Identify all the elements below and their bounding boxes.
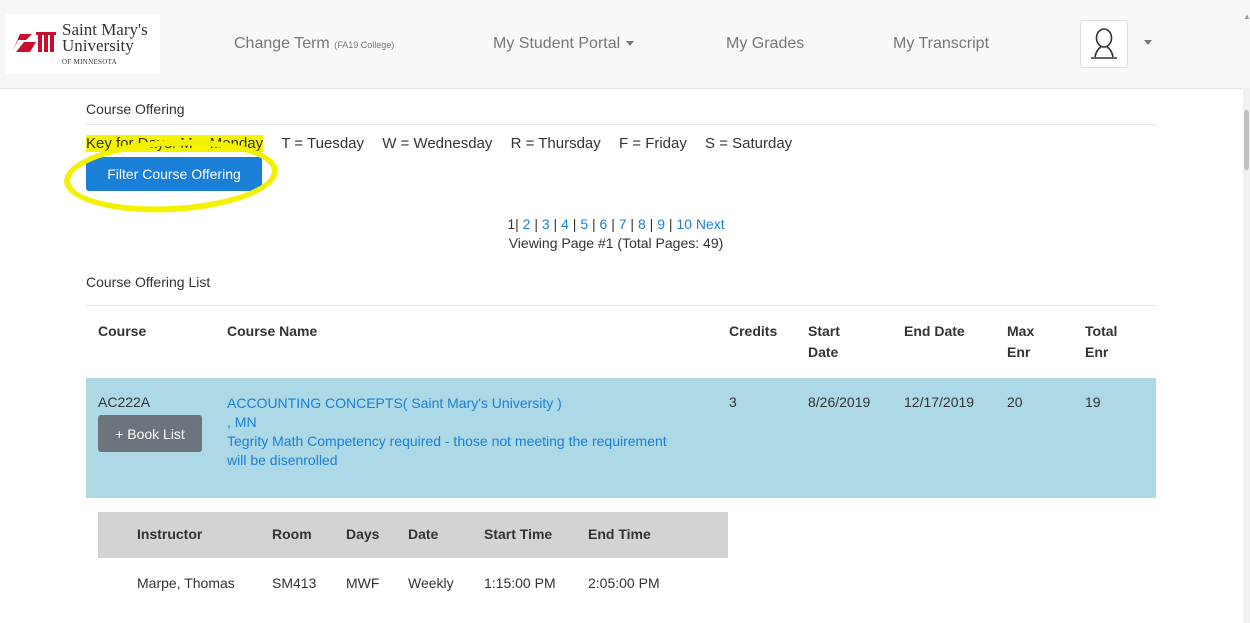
days-key-item: S = Saturday [705, 135, 793, 152]
page-link[interactable]: 7 [619, 216, 627, 232]
course-name-line2: , MN [227, 414, 257, 430]
column-header-total-enr: Total Enr [1085, 321, 1117, 363]
course-name-link[interactable]: ACCOUNTING CONCEPTS( Saint Mary's Univer… [227, 394, 667, 470]
my-grades-link[interactable]: My Grades [726, 35, 804, 53]
top-navbar: Saint Mary's University OF MINNESOTA Cha… [0, 0, 1250, 89]
days-key-item: F = Friday [618, 135, 687, 152]
page-link[interactable]: 10 [676, 216, 692, 232]
change-term-code: (FA19 College) [334, 40, 395, 50]
user-icon [1091, 28, 1117, 59]
schedule-start-time: 1:15:00 PM [484, 575, 556, 591]
page-link[interactable]: 6 [600, 216, 608, 232]
list-divider [86, 305, 1156, 306]
column-header-text: Start [808, 323, 840, 339]
credits-value: 3 [729, 394, 737, 410]
logo-text-line3: OF MINNESOTA [62, 58, 117, 66]
column-header-credits: Credits [729, 323, 778, 339]
next-page-link[interactable]: Next [696, 216, 725, 232]
schedule-header-instructor: Instructor [137, 526, 203, 542]
column-header-text: Enr [1085, 344, 1109, 360]
days-key-item: R = Thursday [510, 135, 601, 152]
scrollbar-thumb[interactable] [1244, 110, 1249, 170]
logo-text-line2: University [62, 36, 134, 55]
schedule-days: MWF [346, 575, 380, 591]
column-header-course-name: Course Name [227, 323, 318, 339]
schedule-end-time: 2:05:00 PM [588, 575, 660, 591]
column-header-end-date: End Date [904, 323, 965, 339]
student-portal-dropdown[interactable]: My Student Portal [493, 35, 635, 53]
column-header-max-enr: Max Enr [1007, 321, 1034, 363]
student-portal-label: My Student Portal [493, 35, 621, 52]
column-header-text: Max [1007, 323, 1035, 339]
column-header-text: Date [808, 344, 839, 360]
pagination-status: Viewing Page #1 (Total Pages: 49) [508, 235, 724, 251]
course-name-line1: ACCOUNTING CONCEPTS( Saint Mary's Univer… [227, 395, 562, 411]
course-code: AC222A [98, 394, 151, 410]
page-link[interactable]: 4 [561, 216, 569, 232]
schedule-header-room: Room [272, 526, 312, 542]
max-enr-value: 20 [1007, 394, 1023, 410]
schedule-header-start-time: Start Time [484, 526, 553, 542]
pagination-links: 1| 2 | 3 | 4 | 5 | 6 | 7 | 8 | 9 | 10 Ne… [507, 216, 725, 232]
change-term-label: Change Term [234, 35, 330, 52]
column-header-text: Total [1085, 323, 1118, 339]
user-menu-chevron-icon[interactable] [1144, 40, 1152, 45]
user-avatar-button[interactable] [1080, 20, 1128, 68]
schedule-room: SM413 [272, 575, 317, 591]
change-term-link[interactable]: Change Term (FA19 College) [234, 35, 394, 53]
total-enr-value: 19 [1085, 394, 1101, 410]
days-key-item: W = Wednesday [382, 135, 493, 152]
end-date-value: 12/17/2019 [904, 394, 975, 410]
schedule-header-end-time: End Time [588, 526, 651, 542]
start-date-value: 8/26/2019 [808, 394, 871, 410]
my-transcript-link[interactable]: My Transcript [893, 35, 989, 53]
schedule-date: Weekly [408, 575, 454, 591]
page-link[interactable]: 5 [580, 216, 588, 232]
page-link[interactable]: 9 [657, 216, 665, 232]
days-key-item: T = Tuesday [281, 135, 365, 152]
page-link[interactable]: 3 [542, 216, 550, 232]
schedule-instructor: Marpe, Thomas [137, 575, 235, 591]
schedule-header-days: Days [346, 526, 380, 542]
page-current: 1 [507, 216, 516, 232]
course-offering-list-title: Course Offering List [86, 274, 211, 290]
book-list-button[interactable]: + Book List [98, 415, 202, 452]
schedule-header-date: Date [408, 526, 439, 542]
section-divider [86, 124, 1156, 125]
chevron-down-icon [626, 41, 635, 47]
logo-mark-icon [12, 32, 56, 52]
column-header-start-date: Start Date [808, 321, 840, 363]
page-link[interactable]: 2 [523, 216, 531, 232]
column-header-course: Course [98, 323, 147, 339]
page-link[interactable]: 8 [638, 216, 646, 232]
pagination: 1| 2 | 3 | 4 | 5 | 6 | 7 | 8 | 9 | 10 Ne… [450, 215, 782, 253]
course-note: Tegrity Math Competency required - those… [227, 433, 667, 468]
course-offering-title: Course Offering [86, 101, 185, 117]
university-logo[interactable]: Saint Mary's University OF MINNESOTA [6, 14, 160, 74]
scroll-up-arrow-icon[interactable]: ▲ [1243, 12, 1250, 21]
column-header-text: Enr [1007, 344, 1031, 360]
